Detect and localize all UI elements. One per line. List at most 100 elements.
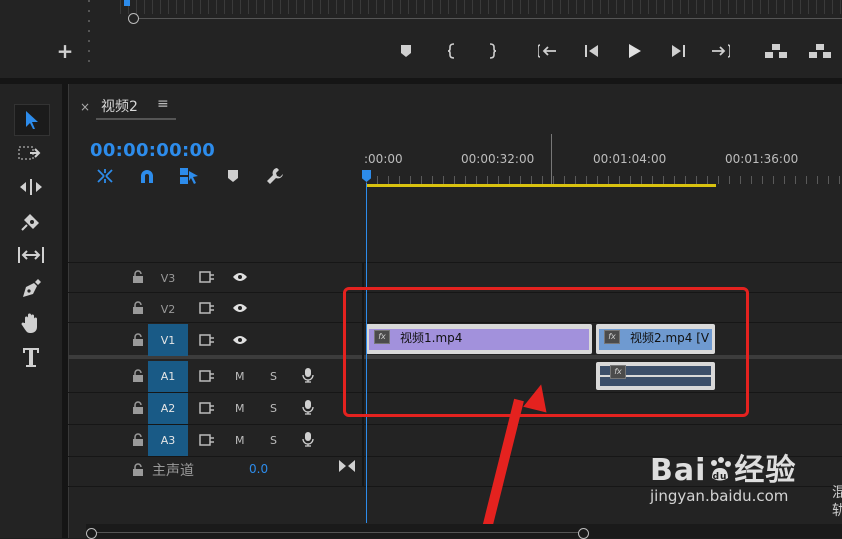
linked-selection-button[interactable] <box>178 166 200 186</box>
pen-icon <box>23 279 41 297</box>
selection-tool-button[interactable] <box>14 104 50 136</box>
mute-button[interactable]: M <box>235 402 245 415</box>
sync-lock-icon[interactable] <box>197 433 217 447</box>
eye-icon[interactable] <box>230 270 250 284</box>
master-track-label: 主声道 <box>152 463 194 479</box>
track-select-tool-button[interactable] <box>14 138 48 168</box>
add-marker-timeline-button[interactable] <box>222 166 244 186</box>
track-label-a1[interactable]: A1 <box>148 361 188 392</box>
track-label-v1[interactable]: V1 <box>148 324 188 356</box>
marker-icon <box>228 170 238 182</box>
monitor-zoom-knob[interactable] <box>128 13 139 24</box>
panel-resize-handle[interactable] <box>88 0 90 70</box>
eye-icon[interactable] <box>230 333 250 347</box>
mark-out-icon <box>489 43 497 59</box>
lock-icon[interactable] <box>131 301 145 315</box>
mark-in-button[interactable] <box>440 40 464 62</box>
hand-tool-button[interactable] <box>14 308 48 338</box>
panel-menu-icon[interactable]: ≡ <box>157 96 169 112</box>
bowtie-icon <box>339 460 355 472</box>
selection-arrow-icon <box>26 111 38 129</box>
ruler-label: 00:01:04:00 <box>593 152 667 166</box>
scrollbar-left-handle[interactable] <box>86 528 97 539</box>
track-select-icon <box>18 146 41 160</box>
slip-tool-button[interactable] <box>14 240 48 270</box>
linked-selection-icon <box>180 168 198 184</box>
ripple-edit-tool-button[interactable] <box>14 172 48 202</box>
scrollbar-right-handle[interactable] <box>578 528 589 539</box>
track-label-v3[interactable]: V3 <box>148 263 188 293</box>
mute-button[interactable]: M <box>235 370 245 383</box>
microphone-icon[interactable] <box>298 400 318 415</box>
play-button[interactable] <box>622 40 646 62</box>
ruler-label: 00:00:32:00 <box>461 152 535 166</box>
go-to-in-button[interactable] <box>536 40 560 62</box>
add-marker-button[interactable] <box>394 40 418 62</box>
lift-icon <box>765 44 787 58</box>
sync-lock-icon[interactable] <box>197 333 217 347</box>
go-to-out-button[interactable] <box>708 40 732 62</box>
monitor-time-ruler[interactable] <box>120 0 842 14</box>
marker-icon <box>401 45 411 57</box>
solo-button[interactable]: S <box>270 370 277 383</box>
timecode-display[interactable]: 00:00:00:00 <box>90 140 215 161</box>
lock-icon[interactable] <box>131 463 145 477</box>
lift-button[interactable] <box>762 40 790 62</box>
work-area-bar[interactable] <box>366 184 716 187</box>
button-editor-plus-button[interactable]: + <box>56 41 74 61</box>
extract-button[interactable] <box>806 40 834 62</box>
scrollbar-track[interactable] <box>96 532 580 533</box>
solo-button[interactable]: S <box>270 434 277 447</box>
sync-lock-icon[interactable] <box>197 401 217 415</box>
step-back-button[interactable] <box>580 40 604 62</box>
track-label-v2[interactable]: V2 <box>148 294 188 324</box>
step-forward-button[interactable] <box>666 40 690 62</box>
microphone-icon[interactable] <box>298 368 318 383</box>
type-tool-button[interactable] <box>14 342 48 372</box>
sync-lock-icon[interactable] <box>197 301 217 315</box>
step-back-icon <box>585 45 598 57</box>
ruler-label: 00:01:36:00 <box>725 152 799 166</box>
lock-icon[interactable] <box>131 270 145 284</box>
go-to-out-icon <box>712 44 730 58</box>
timeline-horizontal-scrollbar[interactable] <box>86 524 842 538</box>
monitor-playhead[interactable] <box>124 0 130 6</box>
wrench-icon <box>267 168 283 184</box>
microphone-icon[interactable] <box>298 432 318 447</box>
mark-out-button[interactable] <box>480 40 504 62</box>
step-forward-icon <box>672 45 685 57</box>
nest-toggle-button[interactable] <box>94 166 116 186</box>
sync-lock-icon[interactable] <box>197 270 217 284</box>
edge-char: 轨 <box>832 503 842 519</box>
razor-tool-button[interactable] <box>14 206 48 236</box>
eye-icon-glyph <box>233 304 247 312</box>
type-icon <box>23 348 39 367</box>
eye-icon-glyph <box>233 336 247 344</box>
track-label-a2[interactable]: A2 <box>148 393 188 424</box>
mic-glyph <box>302 368 314 383</box>
lock-icon[interactable] <box>131 333 145 347</box>
lock-icon[interactable] <box>131 369 145 383</box>
go-to-edit-point-icon[interactable] <box>338 458 356 477</box>
snap-button[interactable] <box>136 166 158 186</box>
razor-icon <box>21 214 39 231</box>
eye-icon-glyph <box>233 273 247 281</box>
sync-lock-icon[interactable] <box>197 369 217 383</box>
eye-icon[interactable] <box>230 301 250 315</box>
solo-button[interactable]: S <box>270 402 277 415</box>
master-volume-value[interactable]: 0.0 <box>249 462 268 476</box>
lock-icon[interactable] <box>131 401 145 415</box>
mute-button[interactable]: M <box>235 434 245 447</box>
track-label-a3[interactable]: A3 <box>148 425 188 456</box>
timeline-settings-button[interactable] <box>264 166 286 186</box>
nest-sequence-icon <box>97 169 113 183</box>
time-ruler[interactable] <box>366 176 842 184</box>
monitor-zoom-bar[interactable] <box>133 18 842 19</box>
close-tab-button[interactable]: × <box>80 100 90 114</box>
film-strip-icon <box>199 302 214 314</box>
pen-tool-button[interactable] <box>14 274 48 304</box>
svg-text:du: du <box>713 472 728 482</box>
lock-icon[interactable] <box>131 433 145 447</box>
right-edge-text: 混 轨 <box>832 484 842 520</box>
sequence-tab[interactable]: 视频2 <box>101 96 138 116</box>
